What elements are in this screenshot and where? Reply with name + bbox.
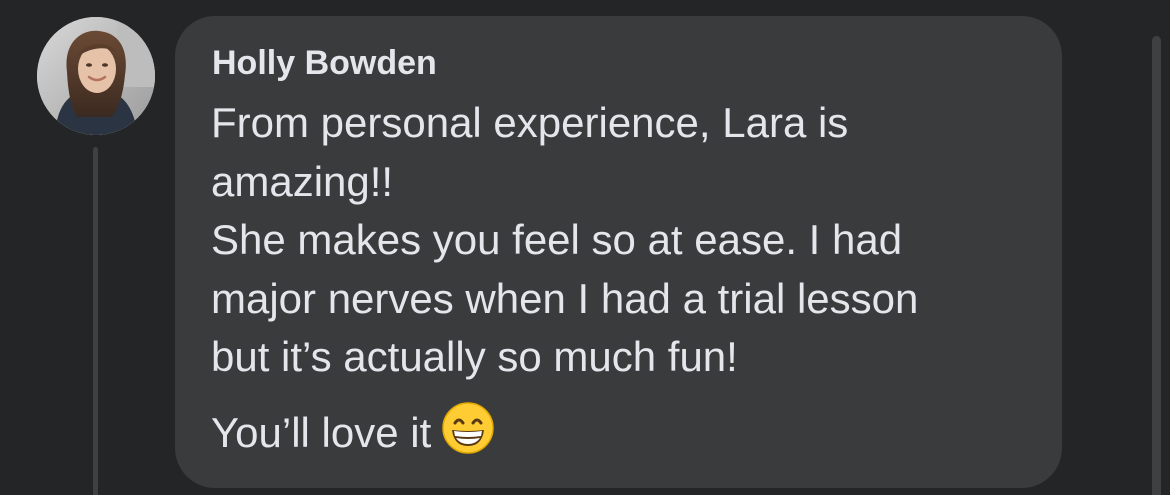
comment-author-name[interactable]: Holly Bowden: [212, 43, 437, 83]
comment-body: From personal experience, Lara is amazin…: [211, 94, 1051, 462]
grinning-face-emoji-icon: [441, 401, 495, 455]
comment-thread: Holly Bowden From personal experience, L…: [0, 0, 1170, 495]
comment-closing-text: You’ll love it: [211, 408, 432, 456]
comment-line: She makes you feel so at ease. I had: [211, 216, 903, 263]
comment-line: but it’s actually so much fun!: [211, 333, 738, 380]
vertical-scrollbar[interactable]: [1152, 36, 1161, 495]
comment-line: From personal experience, Lara is: [211, 99, 849, 146]
comment-line: major nerves when I had a trial lesson: [211, 274, 919, 322]
profile-photo-icon: [37, 17, 155, 135]
comment-line: amazing!!: [211, 157, 394, 205]
comment-bubble[interactable]: Holly Bowden From personal experience, L…: [175, 16, 1062, 488]
author-avatar[interactable]: [37, 17, 155, 135]
reply-thread-line: [93, 147, 98, 495]
comment-closing-line: You’ll love it: [211, 401, 1051, 463]
